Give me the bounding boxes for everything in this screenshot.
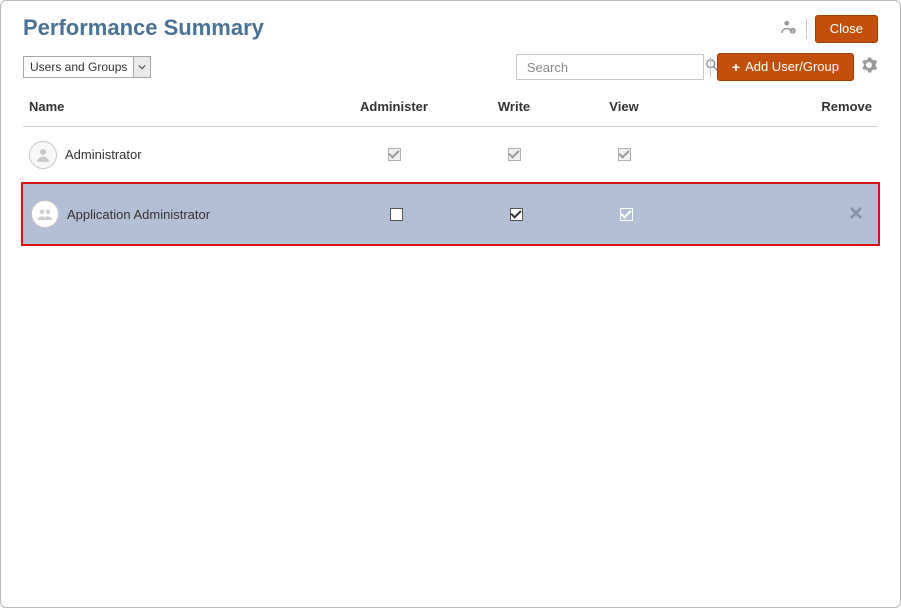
header-actions: ? Close [780, 15, 878, 43]
column-header-remove: Remove [679, 99, 872, 114]
permissions-dialog: Performance Summary ? Close Users and Gr… [0, 0, 901, 608]
close-button[interactable]: Close [815, 15, 878, 43]
write-checkbox[interactable] [510, 208, 523, 221]
column-header-view: View [569, 99, 679, 114]
write-cell [461, 208, 571, 221]
administer-cell [331, 208, 461, 221]
chevron-down-icon [134, 57, 150, 77]
search-input[interactable] [525, 59, 705, 76]
user-avatar-icon [29, 141, 57, 169]
grid-header-row: Name Administer Write View Remove [23, 89, 878, 127]
administer-checkbox [388, 148, 401, 161]
filter-select[interactable]: Users and Groups [23, 56, 151, 78]
dialog-header: Performance Summary ? Close [1, 1, 900, 49]
filter-select-value: Users and Groups [24, 57, 134, 77]
view-cell [571, 208, 681, 221]
write-checkbox [508, 148, 521, 161]
add-button-label: Add User/Group [745, 58, 839, 76]
divider [806, 19, 807, 39]
view-checkbox [618, 148, 631, 161]
gear-icon[interactable] [860, 56, 878, 79]
name-cell: Administrator [29, 141, 329, 169]
page-title: Performance Summary [23, 15, 264, 41]
administer-cell [329, 148, 459, 161]
write-cell [459, 148, 569, 161]
administer-checkbox[interactable] [390, 208, 403, 221]
table-row[interactable]: Administrator [23, 127, 878, 183]
column-header-name: Name [29, 99, 329, 114]
remove-cell [681, 203, 870, 225]
view-checkbox [620, 208, 633, 221]
close-button-label: Close [830, 20, 863, 38]
permissions-grid: Name Administer Write View Remove Admini… [1, 89, 900, 246]
plus-icon: + [732, 58, 740, 76]
row-name-label: Application Administrator [67, 207, 210, 222]
help-person-icon[interactable]: ? [780, 18, 798, 41]
column-header-administer: Administer [329, 99, 459, 114]
name-cell: Application Administrator [31, 200, 331, 228]
add-user-group-button[interactable]: + Add User/Group [717, 53, 854, 81]
search-box[interactable] [516, 54, 704, 80]
toolbar: Users and Groups + Add User/Group [1, 49, 900, 89]
divider [710, 57, 711, 77]
view-cell [569, 148, 679, 161]
row-name-label: Administrator [65, 147, 142, 162]
table-row[interactable]: Application Administrator [21, 182, 880, 246]
column-header-write: Write [459, 99, 569, 114]
group-avatar-icon [31, 200, 59, 228]
remove-row-icon[interactable] [846, 203, 866, 223]
toolbar-right: + Add User/Group [516, 53, 878, 81]
